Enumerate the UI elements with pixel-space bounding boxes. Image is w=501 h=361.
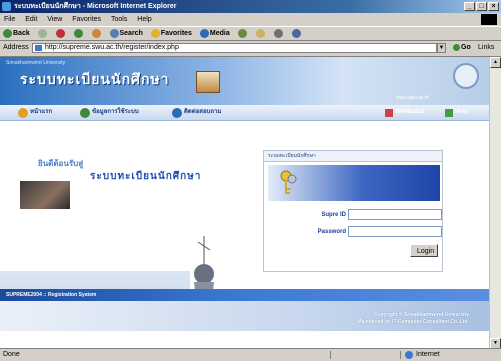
home-icon [18, 107, 28, 118]
banner-university: Srinakharinwirot University [6, 60, 66, 66]
footer-bar: SUPREME2004 :: Registration System [0, 289, 489, 301]
vertical-scrollbar[interactable]: ▲ ▼ [489, 57, 501, 349]
address-url: http://supreme.swu.ac.th/register/index.… [45, 44, 179, 51]
nav-webboard[interactable]: Webboard [385, 106, 424, 119]
nav-home[interactable]: หน้าแรก [18, 106, 52, 119]
university-building-logo [196, 71, 220, 93]
system-name-text: ระบบทะเบียนนักศึกษา [90, 171, 202, 182]
minimize-button[interactable]: _ [464, 2, 475, 11]
contact-icon [172, 107, 182, 118]
banner-url: www.swu.ac.th [396, 95, 430, 101]
history-button[interactable] [235, 27, 251, 40]
login-button[interactable]: Login [410, 244, 438, 257]
mail-button[interactable] [253, 27, 269, 40]
print-icon [273, 28, 283, 38]
page-icon [35, 45, 42, 51]
menu-favorites[interactable]: Favorites [68, 14, 105, 25]
media-icon [199, 28, 209, 38]
supre-id-input[interactable] [348, 209, 442, 220]
home-button[interactable] [89, 27, 105, 40]
page-viewport: Srinakharinwirot University ระบบทะเบียนน… [0, 56, 501, 349]
window-title: ระบบทะเบียนนักศึกษา - Microsoft Internet… [14, 3, 177, 10]
media-button[interactable]: Media [197, 27, 233, 40]
address-bar: Address http://supreme.swu.ac.th/registe… [0, 41, 501, 55]
address-label: Address [3, 44, 29, 51]
status-divider [400, 351, 401, 359]
menu-view[interactable]: View [43, 14, 66, 25]
status-divider [330, 351, 331, 359]
refresh-button[interactable] [71, 27, 87, 40]
forward-arrow-icon [37, 28, 47, 38]
keyboard-hand-image [20, 181, 70, 209]
maximize-button[interactable]: □ [476, 2, 487, 11]
copyright-text: Copyright © Srinakharinwirot University [373, 312, 469, 318]
search-button[interactable]: Search [107, 27, 146, 40]
print-button[interactable] [271, 27, 287, 40]
welcome-text: ยินดีต้อนรับสู่ [38, 159, 84, 168]
forward-button[interactable] [35, 27, 51, 40]
status-bar: Done Internet [0, 348, 501, 361]
status-text: Done [3, 351, 20, 358]
security-zone: Internet [405, 349, 440, 361]
windows-logo-icon [481, 14, 497, 25]
scroll-up-button[interactable]: ▲ [490, 57, 501, 68]
nav-contact[interactable]: ติดต่อสอบถาม [172, 106, 221, 119]
edit-icon [291, 28, 301, 38]
nav-usage-info[interactable]: ข้อมูลการใช้ระบบ [80, 106, 139, 119]
university-seal-icon [453, 63, 479, 89]
address-dropdown-button[interactable]: ▼ [437, 43, 446, 53]
history-icon [237, 28, 247, 38]
password-input[interactable] [348, 226, 442, 237]
links-button[interactable]: Links [478, 41, 494, 55]
login-banner-strip [268, 165, 440, 201]
search-icon [109, 28, 119, 38]
info-icon [80, 107, 90, 118]
supre-id-label: Supre ID [321, 212, 346, 218]
stop-icon [55, 28, 65, 38]
go-button[interactable]: Go [453, 41, 471, 55]
title-bar: ระบบทะเบียนนักศึกษา - Microsoft Internet… [0, 0, 501, 13]
maintained-by-text: Maintained by IT-Computer Consultant Co.… [357, 319, 469, 325]
close-button[interactable]: × [488, 2, 499, 11]
password-label: Password [317, 229, 346, 235]
mail-icon [255, 28, 265, 38]
help-icon [445, 108, 453, 117]
edit-button[interactable] [289, 27, 305, 40]
site-nav: หน้าแรก ข้อมูลการใช้ระบบ ติดต่อสอบถาม We… [0, 105, 489, 121]
menu-help[interactable]: Help [133, 14, 155, 25]
back-arrow-icon [3, 28, 12, 38]
menu-bar: File Edit View Favorites Tools Help [0, 14, 501, 25]
go-arrow-icon [453, 43, 460, 51]
login-panel-body: Supre ID Password Login [263, 162, 443, 272]
menu-file[interactable]: File [0, 14, 19, 25]
address-input[interactable]: http://supreme.swu.ac.th/register/index.… [32, 43, 437, 53]
stop-button[interactable] [53, 27, 69, 40]
ie-logo-icon [2, 2, 11, 11]
footer-copyright-area: Copyright © Srinakharinwirot University … [0, 301, 489, 331]
nav-help[interactable]: Help [445, 106, 468, 119]
home-icon [91, 28, 101, 38]
back-button[interactable]: Back [0, 27, 33, 40]
refresh-icon [73, 28, 83, 38]
browser-window: ระบบทะเบียนนักศึกษา - Microsoft Internet… [0, 0, 501, 360]
menu-edit[interactable]: Edit [21, 14, 41, 25]
keys-icon [280, 170, 297, 194]
site-banner: Srinakharinwirot University ระบบทะเบียนน… [0, 57, 489, 105]
login-panel-header: ระบบทะเบียนนักศึกษา [263, 150, 443, 162]
menu-tools[interactable]: Tools [107, 14, 131, 25]
webboard-icon [385, 108, 393, 117]
banner-title: ระบบทะเบียนนักศึกษา [20, 71, 170, 87]
favorites-button[interactable]: Favorites [148, 27, 195, 40]
favorites-icon [150, 28, 160, 38]
standard-toolbar: Back Search Favorites Media [0, 26, 501, 41]
zone-label: Internet [416, 351, 440, 358]
internet-globe-icon [405, 351, 413, 359]
